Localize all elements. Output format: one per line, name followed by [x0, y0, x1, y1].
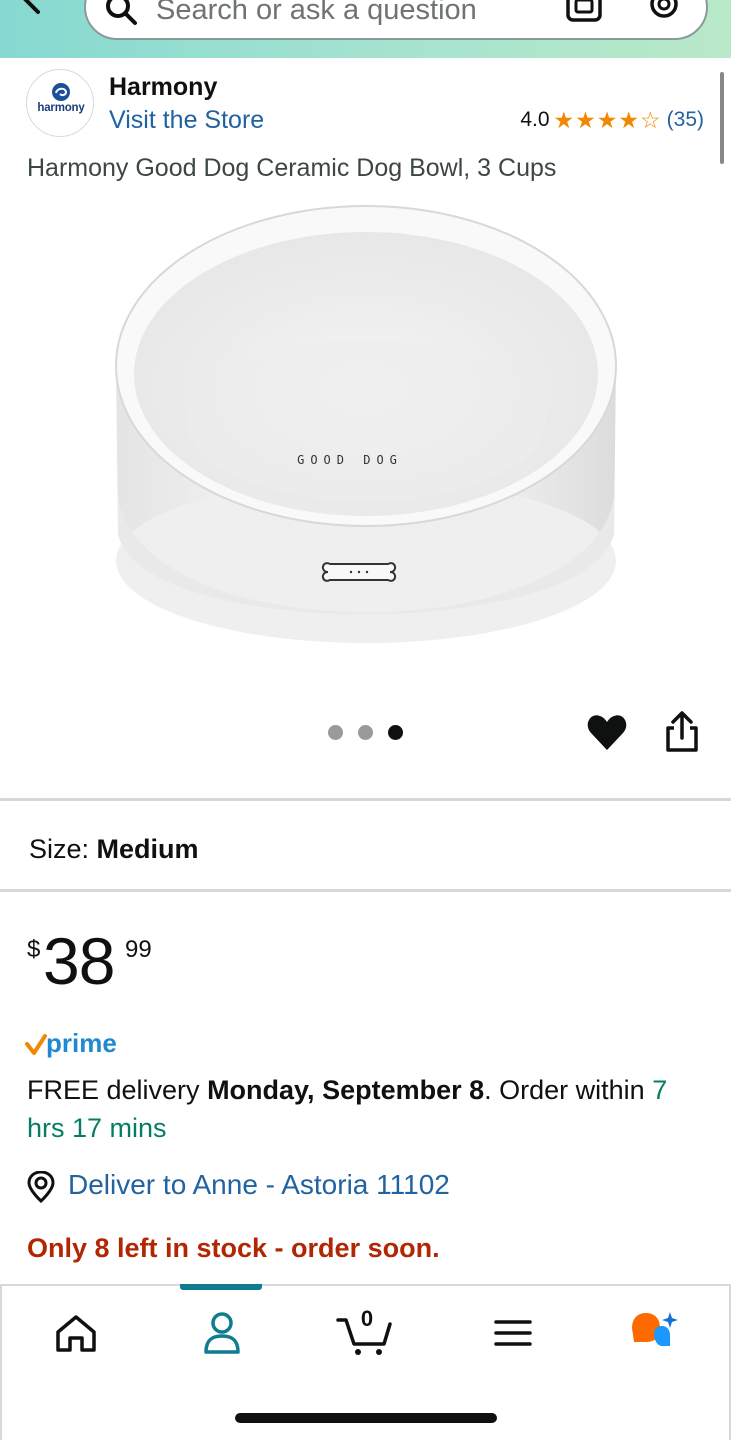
- bowl-inscription: GOOD DOG: [297, 453, 403, 467]
- delivery-message: FREE delivery Monday, September 8. Order…: [27, 1071, 707, 1147]
- deliver-to-link[interactable]: Deliver to Anne - Astoria 11102: [68, 1169, 450, 1201]
- prime-badge: prime: [25, 1028, 117, 1058]
- menu-icon[interactable]: [484, 1308, 544, 1358]
- search-icon: [106, 0, 137, 25]
- bone-graphic-icon: [322, 562, 396, 582]
- size-label: Size:: [29, 834, 90, 864]
- star-empty-icon: ☆: [640, 106, 661, 133]
- image-carousel-dots[interactable]: [328, 725, 403, 740]
- carousel-dot[interactable]: [328, 725, 343, 740]
- delivery-date: Monday, September 8: [207, 1075, 485, 1105]
- brand-name: Harmony: [109, 73, 218, 101]
- harmony-logo-icon: [52, 83, 70, 101]
- star-full-icon: ★: [596, 106, 618, 133]
- star-full-icon: ★: [575, 106, 596, 133]
- nav-active-indicator: [180, 1284, 262, 1290]
- voice-search-icon[interactable]: [644, 0, 684, 26]
- divider: [0, 889, 731, 892]
- star-full-icon: ★: [618, 106, 640, 133]
- size-selector[interactable]: Size: Medium: [29, 834, 199, 865]
- search-placeholder: Search or ask a question: [156, 0, 477, 26]
- account-icon[interactable]: [192, 1308, 252, 1358]
- divider: [0, 798, 731, 801]
- brand-logo-text: harmony: [37, 102, 85, 114]
- location-pin-icon: [27, 1171, 55, 1203]
- price-whole: 38: [43, 924, 115, 998]
- back-arrow-icon[interactable]: [18, 0, 62, 18]
- delivery-mid: . Order within: [484, 1075, 653, 1105]
- camera-icon[interactable]: [564, 0, 604, 26]
- visit-store-link[interactable]: Visit the Store: [109, 106, 264, 135]
- size-value: Medium: [96, 834, 199, 864]
- carousel-dot[interactable]: [358, 725, 373, 740]
- product-title: Harmony Good Dog Ceramic Dog Bowl, 3 Cup…: [27, 154, 557, 182]
- share-icon[interactable]: [662, 710, 702, 754]
- product-image[interactable]: GOOD DOG: [100, 196, 630, 666]
- star-rating: ★ ★ ★ ★ ☆: [553, 106, 661, 133]
- price-fraction: 99: [125, 936, 152, 963]
- prime-label: prime: [46, 1028, 117, 1058]
- rating-summary[interactable]: 4.0 ★ ★ ★ ★ ☆ (35): [520, 108, 704, 132]
- cart-count: 0: [360, 1306, 374, 1331]
- cart-button[interactable]: 0: [334, 1306, 394, 1358]
- stock-status: Only 8 left in stock - order soon.: [27, 1233, 440, 1263]
- home-indicator[interactable]: [235, 1413, 497, 1423]
- rufus-assistant-icon[interactable]: [628, 1308, 688, 1358]
- home-icon[interactable]: [46, 1308, 106, 1358]
- star-full-icon: ★: [553, 106, 575, 133]
- scrollbar[interactable]: [720, 72, 724, 164]
- heart-icon[interactable]: [586, 712, 628, 752]
- carousel-dot-active[interactable]: [388, 725, 403, 740]
- brand-logo[interactable]: harmony: [26, 69, 94, 137]
- rating-value: 4.0: [520, 108, 550, 131]
- search-input[interactable]: Search or ask a question: [84, 0, 708, 40]
- price-symbol: $: [27, 936, 41, 963]
- rating-count-link[interactable]: (35): [667, 108, 704, 132]
- top-search-bar: Search or ask a question: [0, 0, 731, 58]
- delivery-prefix: FREE delivery: [27, 1075, 208, 1105]
